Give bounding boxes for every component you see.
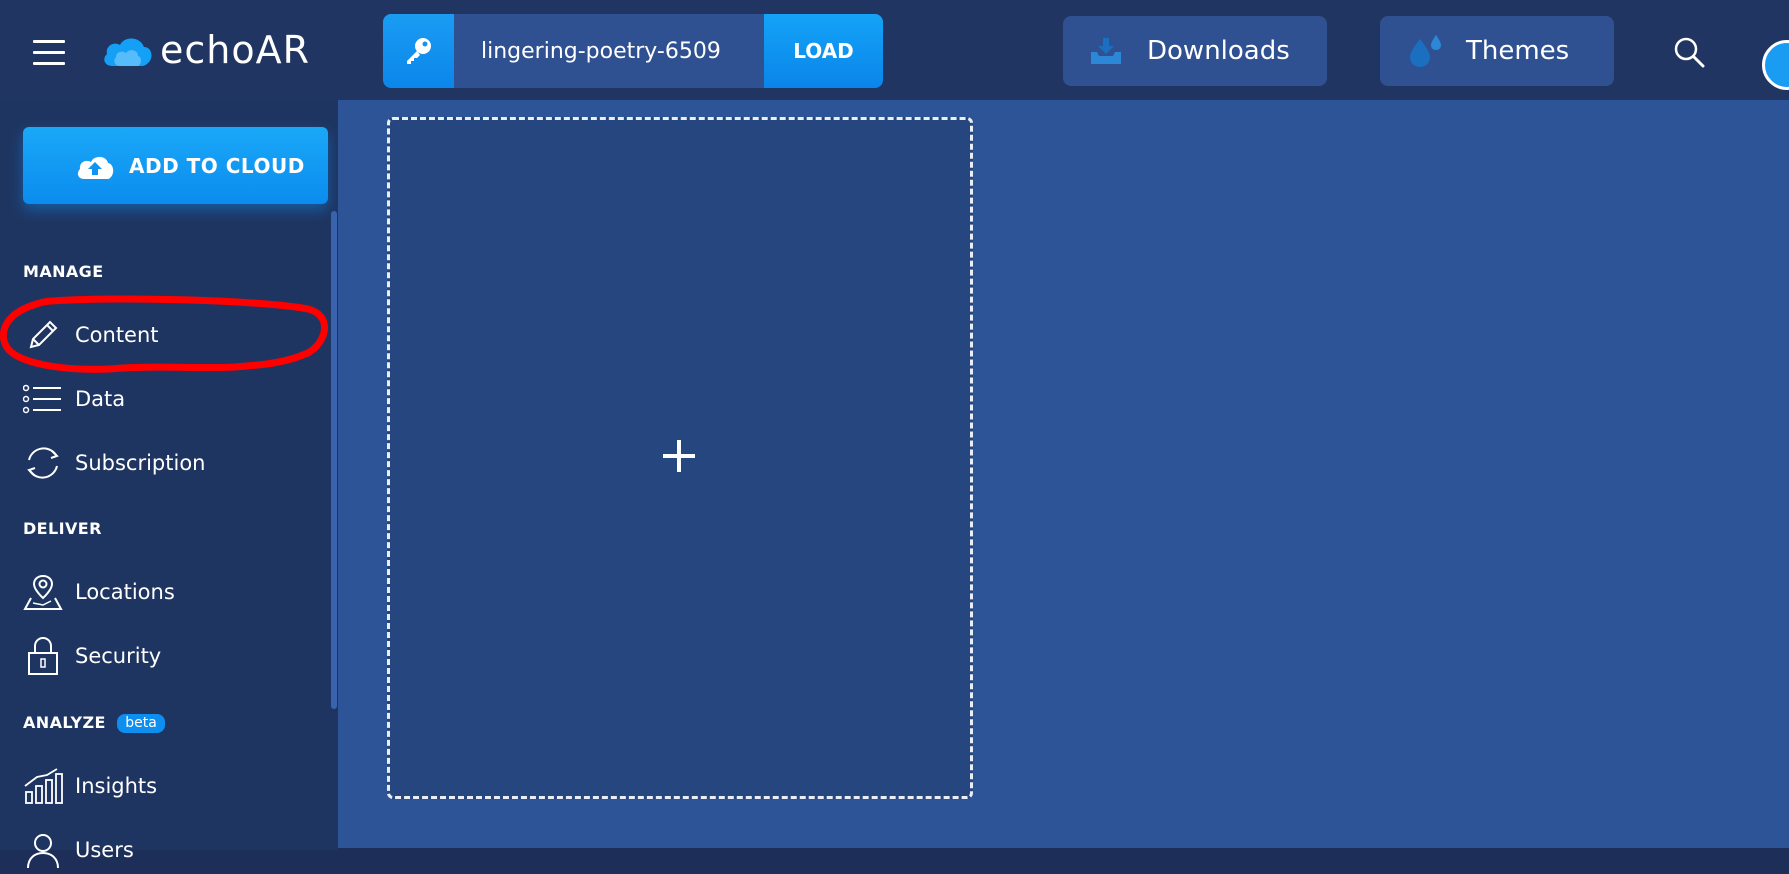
- download-icon: [1091, 38, 1121, 64]
- sidebar-scrollbar[interactable]: [331, 211, 337, 709]
- downloads-label: Downloads: [1147, 36, 1290, 66]
- sidebar-item-label: Subscription: [75, 451, 206, 475]
- sidebar-item-label: Security: [75, 644, 162, 668]
- cloud-upload-icon: [77, 156, 114, 179]
- section-manage: MANAGE: [23, 262, 104, 281]
- plus-icon: [663, 440, 695, 472]
- beta-badge: beta: [117, 714, 165, 733]
- sidebar-item-security[interactable]: Security: [23, 632, 323, 680]
- avatar[interactable]: [1762, 40, 1789, 90]
- sidebar-item-subscription[interactable]: Subscription: [23, 439, 323, 487]
- paint-drops-icon: [1410, 35, 1441, 67]
- sidebar-item-locations[interactable]: Locations: [23, 568, 323, 616]
- key-icon: [406, 38, 431, 64]
- sidebar-item-label: Data: [75, 387, 126, 411]
- search-icon[interactable]: [1673, 36, 1705, 68]
- map-pin-icon: [23, 572, 63, 612]
- cloud-logo-icon: [104, 38, 152, 66]
- sidebar-item-label: Locations: [75, 580, 175, 604]
- section-deliver: DELIVER: [23, 519, 102, 538]
- add-to-cloud-label: ADD TO CLOUD: [129, 153, 305, 178]
- add-to-cloud-button[interactable]: ADD TO CLOUD: [23, 127, 328, 204]
- lock-icon: [23, 636, 63, 676]
- themes-label: Themes: [1466, 36, 1570, 66]
- annotation-circle: [0, 295, 328, 373]
- api-key-box: LOAD: [383, 14, 883, 88]
- section-analyze: ANALYZE: [23, 713, 106, 732]
- api-key-input[interactable]: [454, 14, 764, 88]
- top-bar: echoAR LOAD Downloads Themes: [0, 0, 1789, 100]
- sidebar-item-label: Insights: [75, 774, 158, 798]
- list-icon: [23, 379, 63, 419]
- load-button[interactable]: LOAD: [764, 14, 883, 88]
- themes-button[interactable]: Themes: [1380, 16, 1614, 86]
- sidebar-item-label: Users: [75, 838, 134, 862]
- sidebar-item-users[interactable]: Users: [23, 826, 323, 874]
- app-logo[interactable]: echoAR: [100, 28, 310, 72]
- refresh-icon: [23, 443, 63, 483]
- user-icon: [23, 830, 63, 870]
- key-icon-cell: [383, 14, 454, 88]
- bar-chart-icon: [23, 766, 63, 806]
- downloads-button[interactable]: Downloads: [1063, 16, 1327, 86]
- sidebar-item-data[interactable]: Data: [23, 375, 323, 423]
- hamburger-menu-icon[interactable]: [33, 40, 65, 66]
- app-name: echoAR: [160, 28, 311, 72]
- sidebar-item-insights[interactable]: Insights: [23, 762, 323, 810]
